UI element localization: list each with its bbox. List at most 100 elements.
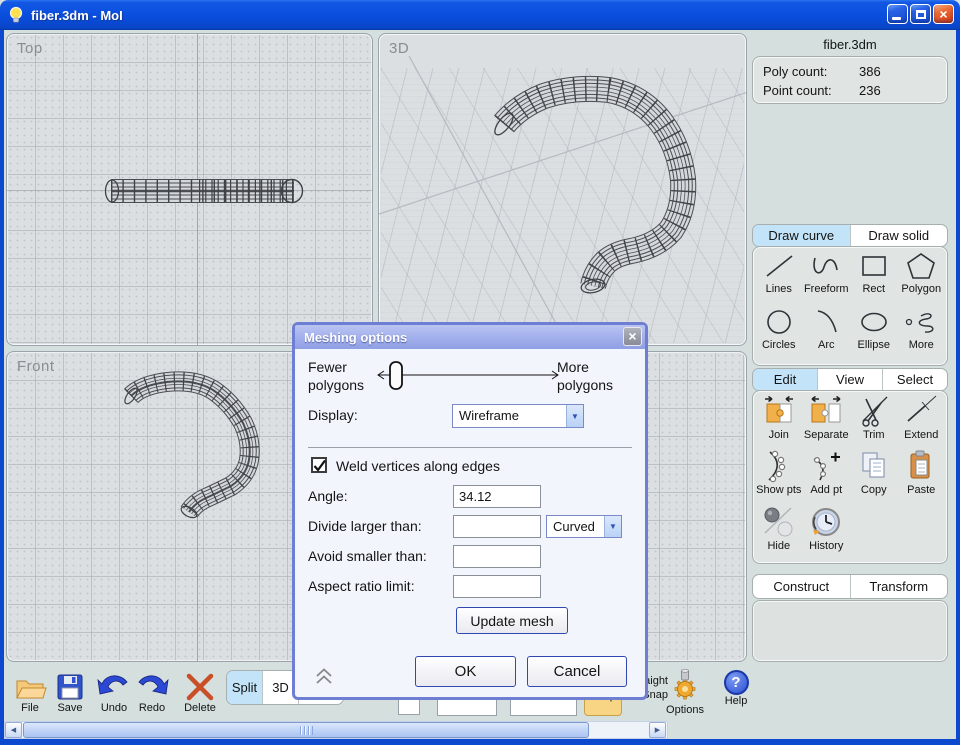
cancel-button[interactable]: Cancel [527,656,627,687]
save-button[interactable]: Save [50,672,90,714]
tool-trim[interactable]: Trim [850,394,898,449]
display-label: Display: [308,407,358,423]
options-gear-icon [667,668,703,704]
minimize-icon [892,17,901,20]
tool-separate[interactable]: Separate [803,394,851,449]
document-filename: fiber.3dm [752,37,948,52]
close-button[interactable]: × [933,4,954,24]
tool-hide[interactable]: Hide [755,505,803,560]
coord-display-box [398,698,420,715]
tool-freeform[interactable]: Freeform [803,250,851,305]
poly-count-label: Poly count: [763,62,859,81]
display-dropdown[interactable]: Wireframe ▼ [452,404,584,428]
window-titlebar[interactable]: fiber.3dm - MoI × [0,0,960,30]
tool-circles[interactable]: Circles [755,306,803,361]
tab-select[interactable]: Select [883,369,947,390]
redo-button[interactable]: Redo [132,672,172,714]
tool-add-pt[interactable]: Add pt [803,449,851,504]
paste-icon [903,449,939,483]
aspect-label: Aspect ratio limit: [308,578,415,594]
transform-button[interactable]: Transform [851,575,948,598]
tab-split[interactable]: Split [227,671,263,704]
more-spiral-icon [903,306,939,338]
tab-edit[interactable]: Edit [753,369,818,390]
scroll-right-button[interactable]: ▶ [649,722,666,738]
delete-button[interactable]: Delete [178,672,222,714]
window-border-right [956,30,960,739]
help-button[interactable]: ? Help [716,670,756,707]
update-mesh-button[interactable]: Update mesh [456,607,568,634]
show-points-icon [761,449,797,483]
construct-button[interactable]: Construct [753,575,851,598]
trim-scissors-icon [856,394,892,428]
point-count-row: Point count: 236 [763,81,937,100]
ok-button[interactable]: OK [415,656,516,687]
app-lightbulb-icon [7,5,25,25]
slider-right-label: More polygons [557,358,641,394]
construct-palette-empty [752,600,948,662]
tab-view[interactable]: View [818,369,883,390]
display-dropdown-arrow-icon[interactable]: ▼ [566,405,583,427]
freeform-icon [808,250,844,282]
divide-label: Divide larger than: [308,518,422,534]
tool-more[interactable]: More [898,306,946,361]
angle-input[interactable] [453,485,541,508]
file-button[interactable]: File [10,672,50,714]
point-count-label: Point count: [763,81,859,100]
divide-input[interactable] [453,515,541,538]
scroll-left-button[interactable]: ◀ [5,722,22,738]
weld-label: Weld vertices along edges [336,458,500,474]
dialog-close-button[interactable]: × [623,327,642,346]
tab-draw-solid[interactable]: Draw solid [851,225,948,246]
horizontal-scrollbar[interactable]: ◀ ▶ [4,721,668,739]
aspect-input[interactable] [453,575,541,598]
tool-arc[interactable]: Arc [803,306,851,361]
tool-lines[interactable]: Lines [755,250,803,305]
tool-join[interactable]: Join [755,394,803,449]
point-count-value: 236 [859,81,881,100]
tool-extend[interactable]: Extend [898,394,946,449]
viewport-3d[interactable]: 3D [378,33,747,346]
scrollbar-grip [300,726,313,735]
polygon-density-slider[interactable] [373,361,565,395]
maximize-button[interactable] [910,4,931,24]
top-wireframe-model [7,34,373,346]
viewport-top[interactable]: Top [6,33,373,346]
tool-rect[interactable]: Rect [850,250,898,305]
divide-unit-dropdown[interactable]: Curved ▼ [546,515,622,538]
check-icon [313,459,326,472]
angle-label: Angle: [308,488,348,504]
options-button[interactable]: Options [656,668,714,716]
scrollbar-thumb[interactable] [23,722,589,738]
slider-handle[interactable] [390,362,402,389]
dialog-title: Meshing options [304,330,407,345]
tool-copy[interactable]: Copy [850,449,898,504]
minimize-button[interactable] [887,4,908,24]
undo-button[interactable]: Undo [94,672,134,714]
undo-arrow-icon [96,672,132,702]
save-floppy-icon [53,672,87,702]
collapse-chevron-icon[interactable] [314,667,334,685]
tool-polygon[interactable]: Polygon [898,250,946,305]
weld-checkbox[interactable] [311,457,327,473]
tool-history[interactable]: History [803,505,851,560]
draw-palette: Lines Freeform Rect Polygon Circles Arc [752,246,948,366]
dialog-titlebar[interactable]: Meshing options × [295,325,645,349]
window-title: fiber.3dm - MoI [31,8,123,23]
tool-paste[interactable]: Paste [898,449,946,504]
extend-icon [903,394,939,428]
display-dropdown-value: Wireframe [459,408,519,423]
hide-icon [761,505,797,539]
meshing-options-dialog: Meshing options × Fewer polygons More po… [292,322,648,700]
palette-spacer [898,505,946,560]
tool-ellipse[interactable]: Ellipse [850,306,898,361]
rect-icon [856,250,892,282]
tool-show-pts[interactable]: Show pts [755,449,803,504]
3d-wireframe-model [379,34,747,346]
avoid-input[interactable] [453,545,541,568]
viewport-3d-label: 3D [389,40,409,57]
draw-tabs: Draw curve Draw solid [752,224,948,247]
tab-draw-curve[interactable]: Draw curve [753,225,851,246]
divide-dropdown-arrow-icon[interactable]: ▼ [604,516,621,537]
dialog-separator [308,447,632,448]
